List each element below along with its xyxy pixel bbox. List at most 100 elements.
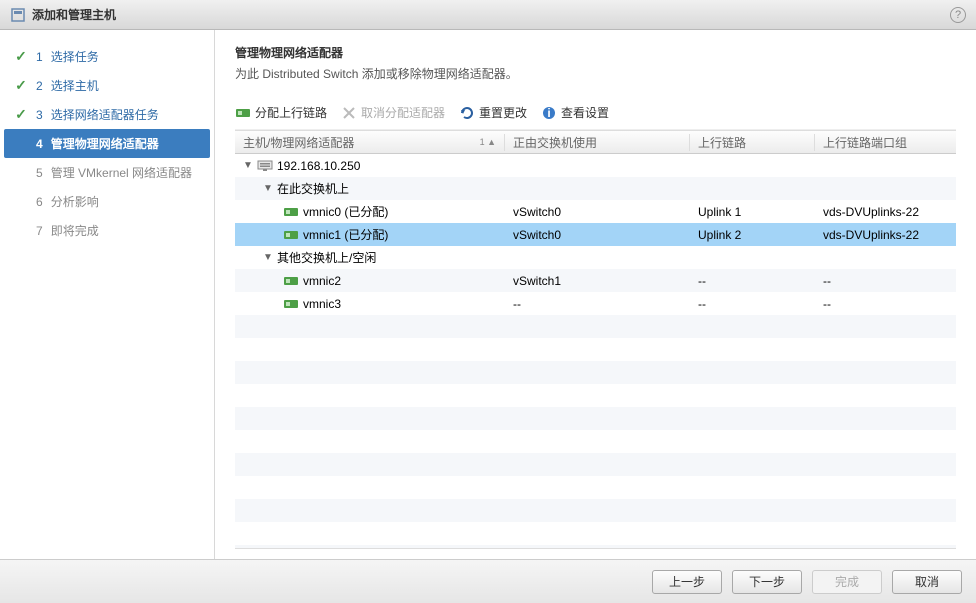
table-row[interactable]: vmnic2vSwitch1---- [235, 269, 956, 292]
cell-portgroup: vds-DVUplinks-22 [815, 228, 956, 242]
column-header-used-by[interactable]: 正由交换机使用 [505, 134, 690, 151]
checkmark-icon: ✓ [14, 50, 28, 64]
step-label: 选择任务 [51, 48, 99, 65]
cell-uplink: -- [690, 297, 815, 311]
cell-portgroup: -- [815, 297, 956, 311]
unassign-button: 取消分配适配器 [341, 104, 445, 121]
wizard-sidebar: ✓1选择任务✓2选择主机✓3选择网络适配器任务✓4管理物理网络适配器✓5管理 V… [0, 30, 215, 559]
step-label: 选择主机 [51, 77, 99, 94]
step-number: 4 [36, 137, 43, 151]
step-number: 3 [36, 108, 43, 122]
wizard-step-5: ✓5管理 VMkernel 网络适配器 [4, 158, 210, 187]
column-header-host[interactable]: 主机/物理网络适配器 1 ▲ [235, 134, 505, 151]
step-label: 即将完成 [51, 222, 99, 239]
table-body: ▼ 192.168.10.250 ▼ 在此交换机上 vmnic0 (已分配) vSwitc… [235, 154, 956, 549]
row-label: vmnic3 [303, 297, 341, 311]
wizard-step-1[interactable]: ✓ 1 选择任务 [4, 42, 210, 71]
titlebar-left: 添加和管理主机 [10, 6, 116, 23]
row-label: 192.168.10.250 [277, 159, 360, 173]
row-label: vmnic0 (已分配) [303, 203, 388, 220]
next-button[interactable]: 下一步 [732, 570, 802, 594]
wizard-step-3[interactable]: ✓ 3 选择网络适配器任务 [4, 100, 210, 129]
cell-portgroup: vds-DVUplinks-22 [815, 205, 956, 219]
table-row[interactable]: vmnic3------ [235, 292, 956, 315]
titlebar: 添加和管理主机 ? [0, 0, 976, 30]
cell-switch: vSwitch0 [505, 228, 690, 242]
step-number: 2 [36, 79, 43, 93]
tree-toggle-icon[interactable]: ▼ [243, 160, 253, 171]
finish-button: 完成 [812, 570, 882, 594]
cell-uplink: -- [690, 274, 815, 288]
column-header-uplink[interactable]: 上行链路 [690, 134, 815, 151]
cell-name: ▼ 192.168.10.250 [235, 159, 505, 173]
assign-uplink-button[interactable]: 分配上行链路 [235, 104, 327, 121]
table-header: 主机/物理网络适配器 1 ▲ 正由交换机使用 上行链路 上行链路端口组 [235, 130, 956, 154]
cancel-button[interactable]: 取消 [892, 570, 962, 594]
column-header-portgroup[interactable]: 上行链路端口组 [815, 134, 956, 151]
step-label: 管理物理网络适配器 [51, 135, 159, 152]
cell-name: ▼ 在此交换机上 [235, 180, 505, 197]
checkmark-icon: ✓ [14, 79, 28, 93]
content-panel: 管理物理网络适配器 为此 Distributed Switch 添加或移除物理网… [215, 30, 976, 559]
main-area: ✓1选择任务✓2选择主机✓3选择网络适配器任务✓4管理物理网络适配器✓5管理 V… [0, 30, 976, 559]
cell-portgroup: -- [815, 274, 956, 288]
step-number: 7 [36, 224, 43, 238]
cell-switch: vSwitch0 [505, 205, 690, 219]
row-label: vmnic1 (已分配) [303, 226, 388, 243]
row-label: 其他交换机上/空闲 [277, 249, 376, 266]
step-number: 1 [36, 50, 43, 64]
table-row[interactable]: vmnic0 (已分配) vSwitch0Uplink 1vds-DVUplink… [235, 200, 956, 223]
panel-desc: 为此 Distributed Switch 添加或移除物理网络适配器。 [235, 65, 956, 82]
reset-label: 重置更改 [479, 104, 527, 121]
step-label: 选择网络适配器任务 [51, 106, 159, 123]
wizard-step-2[interactable]: ✓ 2 选择主机 [4, 71, 210, 100]
wizard-step-4: ✓4管理物理网络适配器 [4, 129, 210, 158]
dialog-title: 添加和管理主机 [32, 6, 116, 23]
wizard-step-7: ✓7即将完成 [4, 216, 210, 245]
cell-name: ▼ 其他交换机上/空闲 [235, 249, 505, 266]
wizard-step-6: ✓6分析影响 [4, 187, 210, 216]
help-icon[interactable]: ? [950, 7, 966, 23]
wizard-icon [10, 7, 26, 23]
cell-name: vmnic0 (已分配) [235, 203, 505, 220]
table-row[interactable]: ▼ 其他交换机上/空闲 [235, 246, 956, 269]
row-label: 在此交换机上 [277, 180, 349, 197]
view-settings-button[interactable]: i 查看设置 [541, 104, 609, 121]
toolbar: 分配上行链路 取消分配适配器 重置更改 i 查看设置 [235, 100, 956, 130]
unassign-icon [341, 105, 357, 121]
cell-uplink: Uplink 2 [690, 228, 815, 242]
tree-toggle-icon[interactable]: ▼ [263, 252, 273, 263]
row-label: vmnic2 [303, 274, 341, 288]
table-row[interactable]: ▼ 在此交换机上 [235, 177, 956, 200]
svg-text:i: i [547, 106, 550, 120]
cell-name: vmnic3 [235, 297, 505, 311]
nic-icon [283, 228, 299, 242]
table-row[interactable]: ▼ 192.168.10.250 [235, 154, 956, 177]
cell-name: vmnic2 [235, 274, 505, 288]
cell-switch: vSwitch1 [505, 274, 690, 288]
step-label: 分析影响 [51, 193, 99, 210]
host-icon [257, 159, 273, 173]
column-header-host-label: 主机/物理网络适配器 [243, 134, 354, 151]
panel-title: 管理物理网络适配器 [235, 44, 956, 61]
assign-icon [235, 105, 251, 121]
footer: 上一步 下一步 完成 取消 [0, 559, 976, 603]
nic-icon [283, 274, 299, 288]
back-button[interactable]: 上一步 [652, 570, 722, 594]
nic-icon [283, 297, 299, 311]
view-settings-label: 查看设置 [561, 104, 609, 121]
unassign-label: 取消分配适配器 [361, 104, 445, 121]
table-row[interactable]: vmnic1 (已分配) vSwitch0Uplink 2vds-DVUplink… [235, 223, 956, 246]
step-number: 6 [36, 195, 43, 209]
step-number: 5 [36, 166, 43, 180]
reset-button[interactable]: 重置更改 [459, 104, 527, 121]
step-label: 管理 VMkernel 网络适配器 [51, 164, 192, 181]
tree-toggle-icon[interactable]: ▼ [263, 183, 273, 194]
nic-icon [283, 205, 299, 219]
cell-uplink: Uplink 1 [690, 205, 815, 219]
assign-uplink-label: 分配上行链路 [255, 104, 327, 121]
checkmark-icon: ✓ [14, 108, 28, 122]
cell-switch: -- [505, 297, 690, 311]
cell-name: vmnic1 (已分配) [235, 226, 505, 243]
info-icon: i [541, 105, 557, 121]
